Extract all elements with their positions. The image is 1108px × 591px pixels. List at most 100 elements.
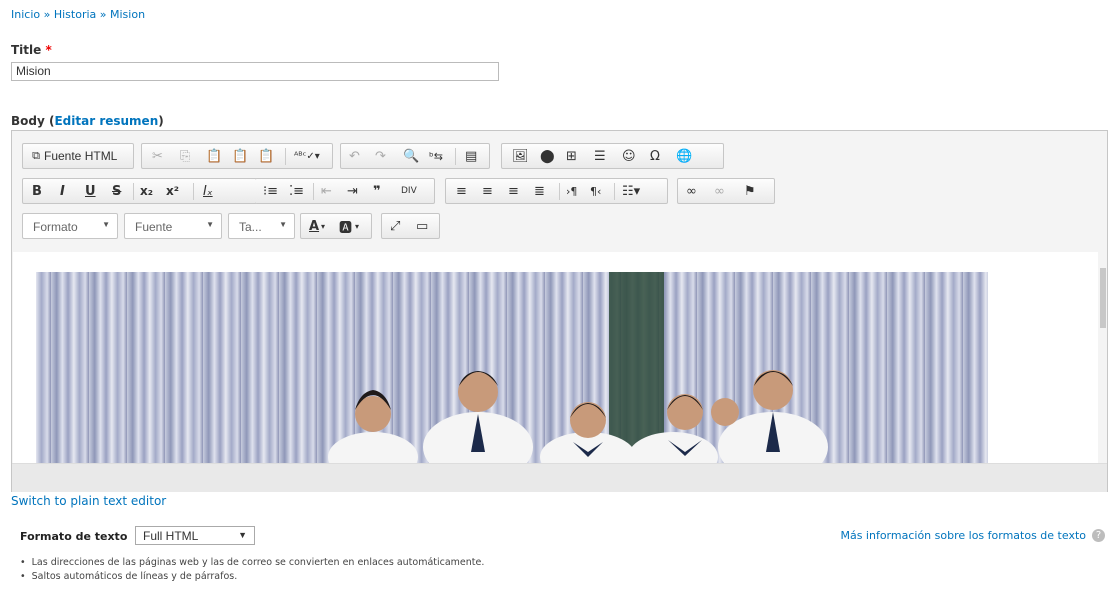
redo-icon[interactable]: ↷ bbox=[375, 147, 386, 165]
breadcrumb-separator: » bbox=[43, 8, 51, 21]
breadcrumb-item-mision[interactable]: Mision bbox=[110, 8, 145, 21]
maximize-icon[interactable]: ⤢ bbox=[390, 217, 400, 235]
paste-text-icon[interactable]: 📋 bbox=[232, 147, 248, 165]
show-blocks-icon[interactable]: ▭ bbox=[416, 217, 428, 235]
table-icon[interactable]: ⊞ bbox=[566, 147, 577, 165]
clipboard-group: ✂ ⎘ 📋 📋 📋 ᴬᴮᶜ✓▾ bbox=[141, 143, 333, 169]
size-combo[interactable]: Ta... ▼ bbox=[228, 213, 295, 239]
insert-group: 🖼 ⬤ ⊞ ☰ ☺ Ω 🌐 bbox=[501, 143, 724, 169]
replace-icon[interactable]: ᵇ⇆ bbox=[429, 147, 443, 165]
format-tips-list: Las direcciones de las páginas web y las… bbox=[20, 557, 485, 585]
undo-icon[interactable]: ↶ bbox=[349, 147, 360, 165]
editor-scroll-thumb[interactable] bbox=[1100, 268, 1106, 328]
toolbar-separator bbox=[455, 148, 456, 165]
italic-icon[interactable]: I bbox=[60, 182, 65, 200]
more-info-link[interactable]: Más información sobre los formatos de te… bbox=[840, 529, 1086, 542]
outdent-icon[interactable]: ⇤ bbox=[321, 182, 332, 200]
language-icon[interactable]: ☷▾ bbox=[622, 182, 640, 200]
chevron-down-icon: ▼ bbox=[102, 220, 110, 229]
required-mark: * bbox=[45, 43, 52, 57]
breadcrumb-item-inicio[interactable]: Inicio bbox=[11, 8, 40, 21]
toolbar-separator bbox=[614, 183, 615, 200]
edit-group: ↶ ↷ 🔍 ᵇ⇆ ▤ bbox=[340, 143, 490, 169]
toolbar-separator bbox=[313, 183, 314, 200]
ltr-icon[interactable]: ›¶ bbox=[566, 182, 577, 200]
smiley-icon[interactable]: ☺ bbox=[622, 147, 636, 165]
switch-plain-text-link[interactable]: Switch to plain text editor bbox=[11, 494, 166, 508]
toolbar-separator bbox=[133, 183, 134, 200]
list-item: Las direcciones de las páginas web y las… bbox=[20, 557, 485, 571]
editor-content-area[interactable] bbox=[13, 252, 1098, 463]
iframe-icon[interactable]: 🌐 bbox=[676, 147, 692, 165]
links-group: ∞ ∞ ⚑ bbox=[677, 178, 775, 204]
text-color-icon[interactable]: A bbox=[309, 217, 319, 235]
chevron-down-icon: ▾ bbox=[321, 221, 326, 231]
div-icon[interactable]: DIV bbox=[401, 182, 417, 200]
source-button-label: Fuente HTML bbox=[44, 149, 118, 163]
strike-icon[interactable]: S bbox=[112, 182, 121, 200]
editor-content-image bbox=[36, 272, 988, 463]
subscript-icon[interactable]: x₂ bbox=[140, 182, 153, 200]
list-item: Saltos automáticos de líneas y de párraf… bbox=[20, 571, 484, 585]
copy-icon[interactable]: ⎘ bbox=[180, 147, 190, 165]
horizontal-rule-icon[interactable]: ☰ bbox=[594, 147, 606, 165]
link-icon[interactable]: ∞ bbox=[686, 182, 697, 200]
help-icon[interactable]: ? bbox=[1092, 529, 1105, 542]
text-format-label: Formato de texto bbox=[20, 530, 128, 543]
title-input[interactable]: Mision bbox=[11, 62, 499, 81]
spellcheck-icon[interactable]: ᴬᴮᶜ✓▾ bbox=[294, 147, 320, 165]
basic-styles-group: B I U S x₂ x² Iₓ bbox=[22, 178, 257, 204]
indent-icon[interactable]: ⇥ bbox=[347, 182, 358, 200]
format-combo[interactable]: Formato ▼ bbox=[22, 213, 118, 239]
align-center-icon[interactable]: ≡ bbox=[482, 182, 493, 200]
align-left-icon[interactable]: ≡ bbox=[456, 182, 467, 200]
title-label-text: Title bbox=[11, 43, 42, 57]
underline-icon[interactable]: U bbox=[85, 182, 96, 200]
select-all-icon[interactable]: ▤ bbox=[465, 147, 477, 165]
numbered-list-icon[interactable]: ⁝≡ bbox=[263, 182, 278, 200]
bulleted-list-icon[interactable]: ⁚≡ bbox=[289, 182, 304, 200]
anchor-icon[interactable]: ⚑ bbox=[744, 182, 756, 200]
toolbar-separator bbox=[559, 183, 560, 200]
chevron-down-icon: ▼ bbox=[206, 220, 214, 229]
breadcrumb-separator: » bbox=[99, 8, 107, 21]
cut-icon[interactable]: ✂ bbox=[152, 147, 163, 165]
size-combo-label: Ta... bbox=[239, 220, 262, 234]
editor-status-bar bbox=[12, 463, 1107, 492]
flash-icon[interactable]: ⬤ bbox=[540, 147, 555, 165]
text-format-select[interactable]: Full HTML ▼ bbox=[135, 526, 255, 545]
chevron-down-icon: ▼ bbox=[238, 530, 247, 540]
justify-icon[interactable]: ≣ bbox=[534, 182, 545, 200]
body-label-text: Body bbox=[11, 114, 45, 128]
breadcrumb: Inicio » Historia » Mision bbox=[11, 8, 145, 21]
title-label: Title * bbox=[11, 43, 52, 57]
blockquote-icon[interactable]: ❞ bbox=[373, 182, 381, 200]
bg-color-icon[interactable]: 🅰 bbox=[339, 217, 352, 236]
rtl-icon[interactable]: ¶‹ bbox=[590, 182, 601, 200]
edit-summary-link[interactable]: Editar resumen bbox=[54, 114, 158, 128]
rich-text-editor: ⧉ Fuente HTML ✂ ⎘ 📋 📋 📋 ᴬᴮᶜ✓▾ ↶ ↷ 🔍 ᵇ⇆ ▤… bbox=[11, 130, 1108, 492]
superscript-icon[interactable]: x² bbox=[166, 182, 179, 200]
text-format-value: Full HTML bbox=[143, 529, 199, 543]
special-char-icon[interactable]: Ω bbox=[650, 147, 660, 165]
paragraph-group: ⁝≡ ⁚≡ ⇤ ⇥ ❞ DIV bbox=[255, 178, 435, 204]
remove-format-icon[interactable]: Iₓ bbox=[203, 182, 213, 200]
font-combo-label: Fuente bbox=[135, 220, 173, 234]
image-icon[interactable]: 🖼 bbox=[512, 147, 529, 165]
alignment-group: ≡ ≡ ≡ ≣ ›¶ ¶‹ ☷▾ bbox=[445, 178, 668, 204]
paste-icon[interactable]: 📋 bbox=[206, 147, 222, 165]
find-icon[interactable]: 🔍 bbox=[403, 147, 419, 165]
toolbar-separator bbox=[193, 183, 194, 200]
toolbar-separator bbox=[285, 148, 286, 165]
unlink-icon[interactable]: ∞ bbox=[714, 182, 725, 200]
colors-group: A ▾ 🅰 ▾ bbox=[300, 213, 372, 239]
bold-icon[interactable]: B bbox=[32, 182, 42, 200]
breadcrumb-item-historia[interactable]: Historia bbox=[54, 8, 96, 21]
font-combo[interactable]: Fuente ▼ bbox=[124, 213, 222, 239]
paste-word-icon[interactable]: 📋 bbox=[258, 147, 274, 165]
body-label: Body (Editar resumen) bbox=[11, 114, 164, 128]
source-button[interactable]: ⧉ Fuente HTML bbox=[22, 143, 134, 169]
align-right-icon[interactable]: ≡ bbox=[508, 182, 519, 200]
source-icon: ⧉ bbox=[32, 149, 40, 162]
chevron-down-icon: ▾ bbox=[355, 221, 360, 231]
